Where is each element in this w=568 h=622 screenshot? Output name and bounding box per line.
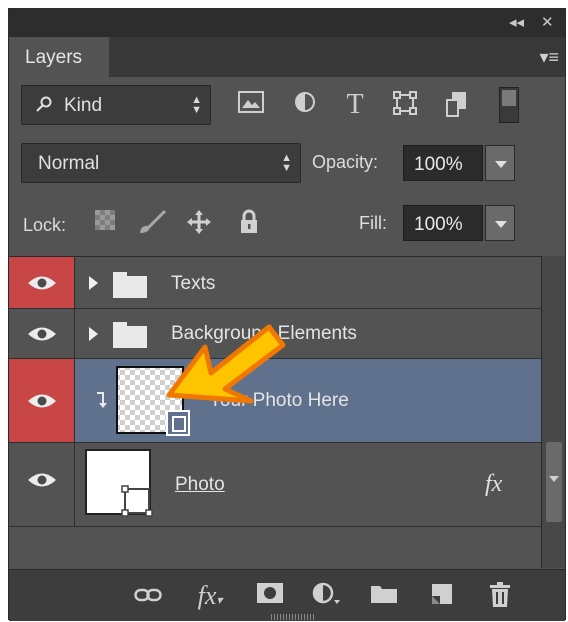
lock-label: Lock: xyxy=(23,215,67,235)
lock-image-pixels-icon[interactable] xyxy=(137,209,167,237)
blend-mode-select[interactable]: Normal ▲ ▼ xyxy=(21,143,301,183)
resize-grip[interactable] xyxy=(271,614,315,620)
opacity-dropdown-button[interactable] xyxy=(485,145,515,181)
visibility-toggle[interactable] xyxy=(9,443,75,526)
layer-row-texts[interactable]: Texts xyxy=(9,257,541,309)
eye-icon xyxy=(28,276,56,290)
smart-object-filter-icon[interactable] xyxy=(443,91,471,119)
panel-menu-icon[interactable]: ▾≡ xyxy=(539,47,559,68)
layers-scrollbar[interactable] xyxy=(541,256,565,568)
folder-icon xyxy=(113,272,147,298)
layer-row-photo[interactable]: Photo fx xyxy=(9,443,541,527)
visibility-toggle[interactable] xyxy=(9,359,75,442)
eye-icon xyxy=(28,473,56,487)
delete-layer-icon[interactable] xyxy=(485,582,515,610)
eye-icon xyxy=(28,394,56,408)
layers-panel: ◂◂ ✕ Layers ▾≡ Kind ▲ ▼ T Normal ▲ ▼ Opaci… xyxy=(8,8,566,621)
opacity-label: Opacity: xyxy=(312,152,379,172)
expand-arrow-icon[interactable] xyxy=(89,276,98,290)
tab-row: Layers ▾≡ xyxy=(9,37,565,77)
lock-transparent-pixels-icon[interactable] xyxy=(91,209,119,237)
lock-position-icon[interactable] xyxy=(185,209,213,237)
fill-dropdown-button[interactable] xyxy=(485,205,515,241)
search-icon xyxy=(36,96,52,112)
updown-arrows-icon: ▲ ▼ xyxy=(191,94,202,116)
annotation-arrow-icon xyxy=(166,324,286,404)
filter-kind-label: Kind xyxy=(64,95,103,116)
folder-icon xyxy=(113,322,147,348)
expand-arrow-icon[interactable] xyxy=(89,327,98,341)
layer-style-icon[interactable]: fx▾ xyxy=(195,582,225,610)
adjustment-layer-icon[interactable] xyxy=(311,582,341,610)
scroll-down-icon[interactable] xyxy=(549,476,559,482)
type-filter-icon[interactable]: T xyxy=(341,91,369,119)
shape-filter-icon[interactable] xyxy=(391,91,419,119)
scrollbar-thumb[interactable] xyxy=(546,442,562,522)
image-filter-icon[interactable] xyxy=(237,91,265,119)
new-group-icon[interactable] xyxy=(369,582,399,610)
collapse-icon[interactable]: ◂◂ xyxy=(509,13,524,31)
layer-effects-icon[interactable]: fx xyxy=(485,471,502,498)
adjustment-filter-icon[interactable] xyxy=(291,91,319,119)
link-layers-icon[interactable] xyxy=(133,582,163,610)
new-layer-icon[interactable] xyxy=(427,582,457,610)
visibility-toggle[interactable] xyxy=(9,257,75,308)
filter-kind-select[interactable]: Kind ▲ ▼ xyxy=(21,85,211,125)
layer-name: Photo xyxy=(175,474,225,495)
clipping-mask-icon xyxy=(97,392,107,408)
shape-layer-thumbnail xyxy=(85,449,153,517)
layer-mask-icon[interactable] xyxy=(255,582,285,610)
updown-arrows-icon: ▲ ▼ xyxy=(281,152,292,174)
close-icon[interactable]: ✕ xyxy=(541,13,554,31)
layer-name: Texts xyxy=(171,273,216,294)
opacity-input[interactable]: 100% xyxy=(403,145,483,181)
fill-input[interactable]: 100% xyxy=(403,205,483,241)
fill-label: Fill: xyxy=(359,213,387,233)
filter-toggle-switch[interactable] xyxy=(499,87,519,123)
panel-title-bar: ◂◂ ✕ xyxy=(9,9,565,37)
lock-all-icon[interactable] xyxy=(235,209,263,237)
tab-layers[interactable]: Layers xyxy=(9,37,109,77)
eye-icon xyxy=(28,327,56,341)
layers-bottom-toolbar: fx▾ xyxy=(9,569,565,621)
visibility-toggle[interactable] xyxy=(9,309,75,358)
blend-mode-value: Normal xyxy=(38,153,100,174)
